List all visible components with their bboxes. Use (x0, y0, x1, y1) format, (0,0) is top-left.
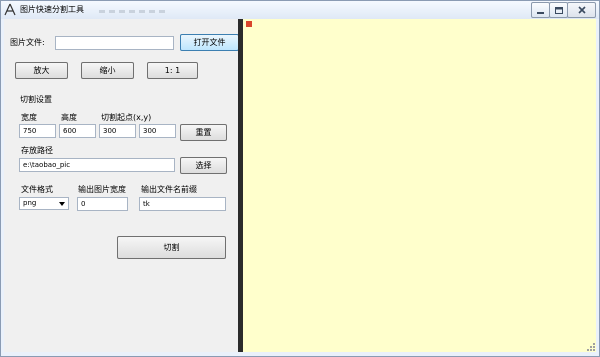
image-file-input[interactable] (55, 36, 174, 50)
output-width-input[interactable]: 0 (77, 197, 128, 211)
file-format-value: png (23, 199, 37, 207)
minimize-button[interactable] (531, 2, 550, 18)
width-label: 宽度 (21, 113, 37, 122)
origin-label: 切割起点(x,y) (101, 113, 152, 122)
output-prefix-input[interactable]: tk (139, 197, 226, 211)
close-button[interactable] (567, 2, 596, 18)
maximize-button[interactable] (549, 2, 568, 18)
browse-button[interactable]: 选择 (180, 157, 227, 174)
settings-panel: 图片文件: 打开文件 放大 缩小 1: 1 切割设置 宽度 高度 切割起点(x,… (4, 19, 239, 352)
file-format-label: 文件格式 (21, 185, 53, 194)
title-redacted-text (99, 10, 169, 13)
height-label: 高度 (61, 113, 77, 122)
canvas-corner-marker-icon (246, 21, 252, 27)
file-format-select[interactable]: png (19, 197, 69, 210)
image-file-label: 图片文件: (10, 38, 45, 47)
open-file-button[interactable]: 打开文件 (180, 34, 239, 51)
origin-y-input[interactable]: 300 (139, 124, 176, 138)
output-prefix-label: 输出文件名前缀 (141, 185, 197, 194)
app-logo-icon (4, 3, 16, 16)
zoom-out-button[interactable]: 缩小 (81, 62, 134, 79)
split-settings-label: 切割设置 (20, 95, 52, 104)
width-input[interactable]: 750 (19, 124, 56, 138)
reset-button[interactable]: 重置 (180, 124, 227, 141)
window-title: 图片快速分割工具 (20, 5, 84, 14)
client-area: 图片文件: 打开文件 放大 缩小 1: 1 切割设置 宽度 高度 切割起点(x,… (4, 19, 596, 352)
save-path-input[interactable]: e:\taobao_pic (19, 158, 175, 172)
save-path-label: 存放路径 (21, 146, 53, 155)
title-bar[interactable]: 图片快速分割工具 (1, 1, 599, 19)
zoom-in-button[interactable]: 放大 (15, 62, 68, 79)
close-icon (577, 6, 586, 14)
zoom-reset-button[interactable]: 1: 1 (147, 62, 198, 79)
origin-x-input[interactable]: 300 (99, 124, 136, 138)
chevron-down-icon (59, 202, 65, 206)
app-window: 图片快速分割工具 图片文件: 打开文件 放大 缩小 1: 1 切割设置 宽度 高… (0, 0, 600, 357)
output-width-label: 输出图片宽度 (78, 185, 126, 194)
height-input[interactable]: 600 (59, 124, 96, 138)
resize-grip-icon[interactable] (586, 342, 596, 352)
maximize-icon (554, 6, 563, 14)
cut-button[interactable]: 切割 (117, 236, 226, 259)
minimize-icon (537, 11, 544, 14)
image-preview-area[interactable] (243, 19, 596, 352)
